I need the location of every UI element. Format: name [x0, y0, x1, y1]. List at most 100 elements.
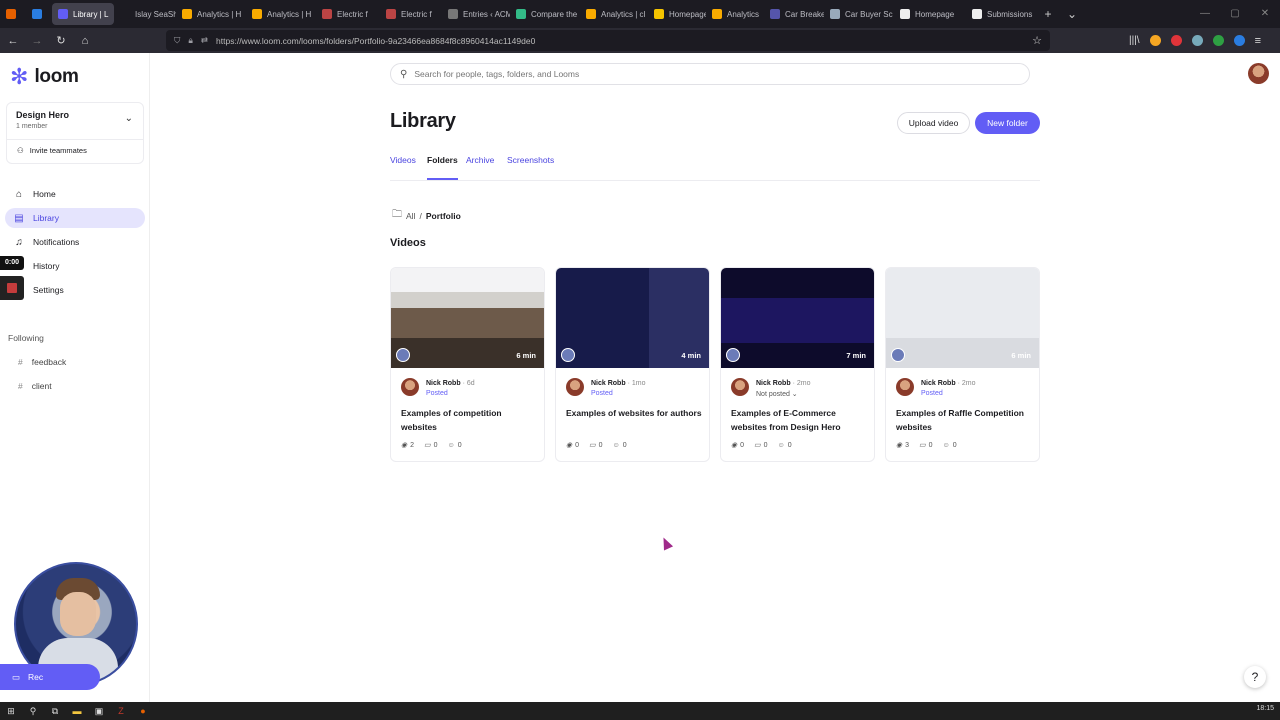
bookmark-star-icon[interactable]: ☆ — [1032, 34, 1042, 47]
browser-tab[interactable]: Library | L✕ — [52, 3, 114, 25]
video-thumbnail[interactable]: 6 min — [391, 268, 544, 368]
browser-tab[interactable]: Electric f — [380, 3, 442, 25]
video-title[interactable]: Examples of E-Commerce websites from Des… — [731, 406, 869, 434]
file-explorer-icon[interactable]: ▬ — [66, 702, 88, 720]
author-line: Nick Robb · 6d — [426, 380, 475, 387]
comment-icon: ▭ — [754, 442, 761, 449]
forward-icon[interactable]: → — [26, 28, 48, 53]
browser-tab[interactable] — [26, 3, 52, 25]
browser-tab[interactable]: Electric f — [316, 3, 380, 25]
breadcrumb-all[interactable]: All — [406, 211, 415, 221]
app-icon[interactable]: ▣ — [88, 702, 110, 720]
video-title[interactable]: Examples of websites for authors — [566, 406, 704, 420]
sidebar-item-notifications[interactable]: ♫ Notifications — [5, 232, 145, 252]
comments-stat: ▭ 0 — [424, 441, 438, 450]
video-card[interactable]: 6 min Nick Robb · 6d Posted Examples of com… — [390, 267, 545, 462]
video-title[interactable]: Examples of competition websites — [401, 406, 539, 434]
tab-screenshots[interactable]: Screenshots — [507, 155, 554, 180]
browser-tab[interactable]: Car Breakers — [764, 3, 824, 25]
task-view-icon[interactable]: ⧉ — [44, 702, 66, 720]
reactions-stat: ☺ 0 — [778, 441, 792, 449]
new-folder-button[interactable]: New folder — [975, 112, 1040, 134]
tab-folders[interactable]: Folders — [427, 155, 458, 180]
tab-list-icon[interactable]: ⌄ — [1060, 7, 1084, 21]
permissions-icon: ⇄ — [200, 35, 209, 45]
sidebar-item-home[interactable]: ⌂ Home — [5, 184, 145, 204]
browser-tab[interactable]: Analytics | cl — [580, 3, 648, 25]
extension-icon[interactable] — [1233, 35, 1245, 46]
workspace-switcher[interactable]: Design Hero 1 member ⌄ ⚇ Invite teammate… — [6, 102, 144, 164]
adblock-icon[interactable] — [1170, 35, 1182, 46]
browser-tab[interactable]: Analytics — [706, 3, 764, 25]
upload-video-button[interactable]: Upload video — [897, 112, 970, 134]
library-icon: ▤ — [14, 212, 24, 224]
user-avatar[interactable] — [1248, 63, 1269, 84]
browser-tab-label: Homepage — [915, 9, 955, 19]
video-duration: 4 min — [681, 351, 701, 360]
firefox-icon[interactable]: ● — [132, 702, 154, 720]
filezilla-icon[interactable]: Z — [110, 702, 132, 720]
address-bar[interactable]: ⛉ 🔒︎ ⇄ https://www.loom.com/looms/folder… — [166, 30, 1050, 51]
sidebar-item-library[interactable]: ▤ Library — [5, 208, 145, 228]
browser-tab[interactable]: Analytics | H — [176, 3, 246, 25]
tab-archive[interactable]: Archive — [466, 155, 494, 180]
browser-tab[interactable] — [0, 3, 26, 25]
eye-icon: ◉ — [896, 442, 903, 449]
browser-tab[interactable]: Car Buyer Sc — [824, 3, 894, 25]
browser-tab[interactable]: Submissions — [966, 3, 1036, 25]
help-button[interactable]: ? — [1244, 666, 1266, 688]
following-label: feedback — [31, 357, 67, 367]
new-tab-icon[interactable]: + — [1036, 7, 1060, 21]
tab-favicon-icon — [58, 9, 68, 19]
video-thumbnail[interactable]: 7 min — [721, 268, 874, 368]
tab-favicon-icon — [770, 9, 780, 19]
invite-teammates-button[interactable]: ⚇ Invite teammates — [17, 146, 87, 155]
browser-tab-label: Electric f — [401, 9, 432, 19]
sidebar-item-history[interactable]: ↺History — [5, 256, 145, 276]
windows-start-icon[interactable]: ⊞ — [0, 702, 22, 720]
loom-logo[interactable]: ✻ loom — [10, 66, 79, 88]
menu-icon[interactable]: ≡ — [1255, 35, 1261, 47]
back-icon[interactable]: ← — [2, 28, 24, 53]
search-bar[interactable]: ⚲ — [390, 63, 1030, 85]
browser-tab[interactable]: Analytics | H — [246, 3, 316, 25]
author-avatar — [731, 378, 749, 396]
search-input[interactable] — [414, 69, 975, 79]
stop-recording-button[interactable] — [0, 276, 24, 300]
browser-tab[interactable]: Homepage — [894, 3, 966, 25]
video-thumbnail[interactable]: 4 min — [556, 268, 709, 368]
video-title[interactable]: Examples of Raffle Competition websites — [896, 406, 1034, 434]
comments-count: 0 — [928, 441, 933, 449]
presenter-bubble — [396, 348, 410, 362]
browser-navbar: ← → ↻ ⌂ ⛉ 🔒︎ ⇄ https://www.loom.com/loom… — [0, 28, 1280, 53]
post-status[interactable]: Not posted ⌄ — [756, 390, 798, 398]
browser-tab[interactable]: Compare the — [510, 3, 580, 25]
extension-icon[interactable] — [1212, 35, 1224, 46]
following-channel-client[interactable]: # client — [18, 381, 52, 391]
record-button[interactable]: ▭ Rec — [0, 664, 100, 690]
video-card[interactable]: 4 min Nick Robb · 1mo Posted Examples of we… — [555, 267, 710, 462]
tab-favicon-icon — [830, 9, 840, 19]
search-icon[interactable]: ⚲ — [22, 702, 44, 720]
tab-videos[interactable]: Videos — [390, 155, 416, 180]
brand-name: loom — [34, 66, 79, 87]
library-icon[interactable]: |||\ — [1129, 35, 1140, 46]
reload-icon[interactable]: ↻ — [50, 28, 72, 53]
close-icon[interactable]: ✕ — [1250, 0, 1280, 28]
video-card[interactable]: 6 min Nick Robb · 2mo Posted Examples of Ra… — [885, 267, 1040, 462]
sidebar-item-settings[interactable]: ⚙Settings — [5, 280, 145, 300]
maximize-icon[interactable]: ▢ — [1220, 0, 1250, 28]
extension-icon[interactable] — [1149, 35, 1161, 46]
browser-tab[interactable]: Islay SeaShore — [114, 3, 176, 25]
minimize-icon[interactable]: — — [1190, 0, 1220, 28]
home-browser-icon[interactable]: ⌂ — [74, 28, 96, 53]
camera-person-face — [60, 592, 96, 636]
following-channel-feedback[interactable]: # feedback — [18, 357, 66, 367]
video-card[interactable]: 7 min Nick Robb · 2mo Not posted ⌄ Examples… — [720, 267, 875, 462]
video-thumbnail[interactable]: 6 min — [886, 268, 1039, 368]
browser-tab[interactable]: Entries ‹ ACM — [442, 3, 510, 25]
chevron-down-icon[interactable]: ⌄ — [125, 113, 133, 124]
browser-tab[interactable]: Homepage — [648, 3, 706, 25]
smiley-icon: ☺ — [777, 441, 785, 449]
extension-icon[interactable] — [1191, 35, 1203, 46]
